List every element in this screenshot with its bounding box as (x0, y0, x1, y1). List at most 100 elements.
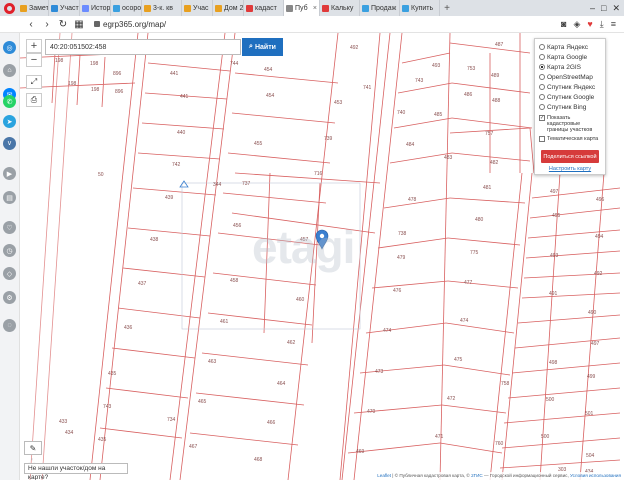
layer-option[interactable]: Карта Яндекс (539, 42, 601, 52)
fullscreen-icon[interactable]: ⤢ (26, 75, 42, 89)
layer-option[interactable]: OpenStreetMap (539, 72, 601, 82)
parcel-label: 753 (467, 66, 476, 72)
browser-tab[interactable]: Купить (400, 0, 440, 16)
menu-icon[interactable]: ≡ (611, 19, 616, 30)
setup-map-link[interactable]: Настроить карту (539, 166, 601, 172)
browser-tab[interactable]: Учас (182, 0, 213, 16)
player-icon[interactable]: ▶ (3, 167, 16, 180)
browser-tab[interactable]: кадаст (244, 0, 284, 16)
layer-radio[interactable] (539, 94, 545, 100)
layer-radio[interactable] (539, 84, 545, 90)
parcel-label: 435 (98, 437, 107, 443)
back-button[interactable]: ‹ (26, 19, 36, 30)
zoom-out-button[interactable]: − (26, 53, 42, 67)
opera-menu-button[interactable] (0, 0, 18, 16)
map-layers-panel: Карта Яндекс Карта Google Карта 2GIS OpenSt… (534, 38, 606, 175)
reload-icon[interactable]: ↻ (58, 19, 68, 30)
browser-tab[interactable]: Участ (49, 0, 80, 16)
home-icon[interactable]: ⌂ (3, 64, 16, 77)
dgis-link[interactable]: 2ГИС (471, 473, 483, 478)
browser-tab[interactable]: Пуб × (284, 0, 320, 16)
minimize-icon[interactable]: – (590, 3, 595, 13)
browser-tab[interactable]: Истор (80, 0, 111, 16)
layer-option[interactable]: Спутник Google (539, 92, 601, 102)
cadastral-checkbox-row[interactable]: ✓ Показать кадастровые границы участков (539, 115, 601, 133)
lock-icon (94, 21, 100, 27)
extensions-icon[interactable]: ◇ (3, 267, 16, 280)
parcel-label: 475 (454, 357, 463, 363)
cadastral-checkbox[interactable]: ✓ (539, 115, 545, 121)
edit-pencil-icon[interactable]: ✎ (24, 441, 42, 455)
layer-radio[interactable] (539, 54, 545, 60)
search-icon: ⌕ (249, 43, 253, 50)
layer-option[interactable]: Спутник Яндекс (539, 82, 601, 92)
thematic-checkbox[interactable] (539, 136, 545, 142)
parcel-label: 758 (501, 381, 510, 387)
browser-tab[interactable]: 3-к. кв (142, 0, 182, 16)
share-link-button[interactable]: Поделиться ссылкой (541, 150, 599, 163)
browser-tab[interactable]: Кальку (320, 0, 360, 16)
leaflet-link[interactable]: Leaflet (377, 473, 391, 478)
news-icon[interactable]: ▤ (3, 191, 16, 204)
close-window-icon[interactable]: ✕ (612, 3, 620, 14)
parcel-label: 474 (383, 328, 392, 334)
browser-tab[interactable]: Замет (18, 0, 49, 16)
layer-option[interactable]: Карта 2GIS (539, 62, 601, 72)
telegram-icon[interactable]: ➤ (3, 115, 16, 128)
parcel-label: 456 (233, 223, 242, 229)
cadastral-map[interactable]: 492 487 198 198 896 441 744 454 753 489 198 198 896 4… (20, 33, 624, 480)
layer-radio[interactable] (539, 44, 545, 50)
browser-tab[interactable]: Дом 2 (213, 0, 244, 16)
tab-close-icon[interactable]: × (313, 5, 317, 12)
tab-favicon-icon (144, 4, 151, 12)
tab-label: Купить (411, 4, 434, 12)
settings-gear-icon[interactable]: ⚙ (3, 291, 16, 304)
cadastral-search-input[interactable] (45, 39, 241, 55)
parcel-label: 498 (549, 360, 558, 366)
cube-icon[interactable]: ◈ (573, 19, 580, 30)
layer-radio[interactable] (539, 64, 545, 70)
layer-option[interactable]: Спутник Bing (539, 102, 601, 112)
terms-link[interactable]: Условия использования (570, 473, 621, 478)
bookmarks-heart-icon[interactable]: ♡ (3, 221, 16, 234)
new-tab-button[interactable]: + (440, 0, 454, 16)
browser-tab[interactable]: осоро (111, 0, 142, 16)
parcel-label: 485 (434, 112, 443, 118)
url-field[interactable]: egrp365.org/map/ (94, 20, 166, 29)
parcel-label: 486 (464, 92, 473, 98)
tips-bulb-icon[interactable]: ◌ (3, 319, 16, 332)
maximize-icon[interactable]: □ (601, 3, 606, 13)
parcel-label: 50 (98, 172, 104, 178)
parcel-label: 490 (588, 310, 597, 316)
vk-icon[interactable]: v (3, 137, 16, 150)
zoom-in-button[interactable]: + (26, 39, 42, 53)
layer-radio[interactable] (539, 74, 545, 80)
forward-button[interactable]: › (42, 19, 52, 30)
thematic-checkbox-row[interactable]: Тематическая карта (539, 136, 601, 142)
layer-radio[interactable] (539, 104, 545, 110)
parcel-label: 481 (483, 185, 492, 191)
history-icon[interactable]: ◷ (3, 244, 16, 257)
parcel-label: 477 (464, 280, 473, 286)
download-icon[interactable]: ⤓ (600, 19, 604, 30)
tab-label: Истор (91, 4, 111, 12)
parcel-label: 454 (264, 67, 273, 73)
heart-icon[interactable]: ♥ (587, 19, 592, 30)
parcel-label: 742 (172, 162, 181, 168)
parcel-label: 464 (277, 381, 286, 387)
address-bar: ‹ › ↻ ▦ egrp365.org/map/ ◙ ◈ ♥ ⤓ ≡ (0, 16, 624, 33)
parcel-label: 473 (375, 369, 384, 375)
camera-icon[interactable]: ◙ (561, 19, 566, 30)
tabs-grid-icon[interactable]: ▦ (74, 19, 84, 30)
whatsapp-icon[interactable]: ✆ (3, 95, 16, 108)
not-found-link[interactable]: Не нашли участок/дом на карте? (24, 463, 128, 480)
browser-tab[interactable]: Продаж (360, 0, 400, 16)
parcel-label: 466 (267, 420, 276, 426)
parcel-label: 458 (230, 278, 239, 284)
parcel-label: 470 (367, 409, 376, 415)
print-icon[interactable]: ⎙ (26, 93, 42, 107)
speed-dial-icon[interactable]: ◎ (3, 41, 16, 54)
search-button[interactable]: ⌕ Найти (242, 38, 283, 56)
layer-option[interactable]: Карта Google (539, 52, 601, 62)
browser-tab-strip: Замет Участ Истор осоро 3-к. кв Учас Дом 2 када… (0, 0, 624, 16)
